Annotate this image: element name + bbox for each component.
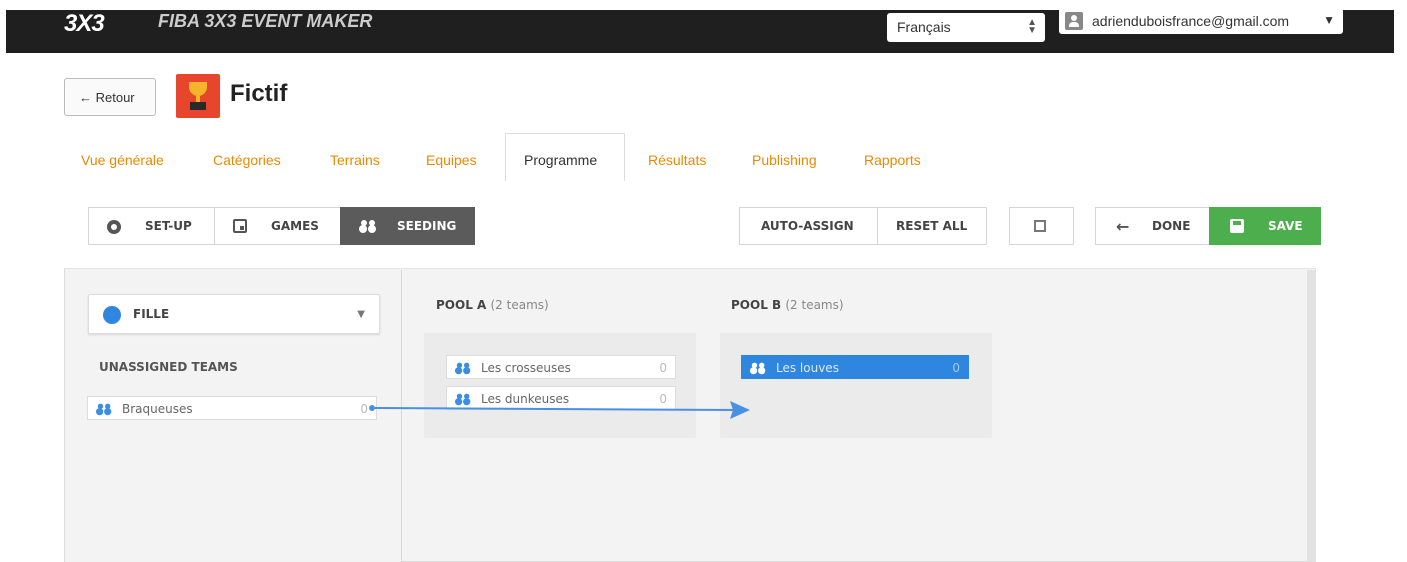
drag-arrowhead	[730, 401, 750, 419]
drag-arrow-annotation	[369, 401, 750, 419]
drag-line	[373, 407, 737, 411]
